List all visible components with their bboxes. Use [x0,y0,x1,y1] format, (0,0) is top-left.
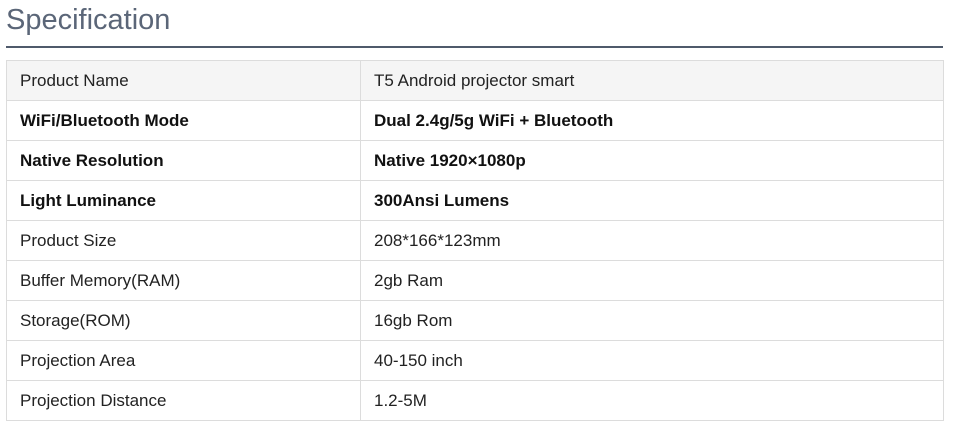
spec-label: Projection Distance [6,380,361,421]
spec-value: 300Ansi Lumens [360,180,944,221]
spec-value: Dual 2.4g/5g WiFi + Bluetooth [360,100,944,141]
spec-label: Buffer Memory(RAM) [6,260,361,301]
table-row: Projection Distance 1.2-5M [6,380,944,421]
table-row: WiFi/Bluetooth Mode Dual 2.4g/5g WiFi + … [6,100,944,141]
spec-value: 40-150 inch [360,340,944,381]
spec-label: Native Resolution [6,140,361,181]
section-heading: Specification [6,2,943,48]
table-row: Buffer Memory(RAM) 2gb Ram [6,260,944,301]
spec-value: 16gb Rom [360,300,944,341]
spec-value: 208*166*123mm [360,220,944,261]
spec-value: 2gb Ram [360,260,944,301]
table-row: Native Resolution Native 1920×1080p [6,140,944,181]
section-title: Specification [6,4,171,36]
spec-value: 1.2-5M [360,380,944,421]
table-row: Product Name T5 Android projector smart [6,60,944,101]
spec-label: Product Size [6,220,361,261]
table-row: Product Size 208*166*123mm [6,220,944,261]
specification-page: Specification Product Name T5 Android pr… [0,0,961,437]
spec-label: Storage(ROM) [6,300,361,341]
spec-label: WiFi/Bluetooth Mode [6,100,361,141]
spec-label: Light Luminance [6,180,361,221]
spec-label: Projection Area [6,340,361,381]
table-row: Projection Area 40-150 inch [6,340,944,381]
spec-value: T5 Android projector smart [360,60,944,101]
table-row: Storage(ROM) 16gb Rom [6,300,944,341]
spec-label: Product Name [6,60,361,101]
specification-table: Product Name T5 Android projector smart … [6,60,944,421]
table-row: Light Luminance 300Ansi Lumens [6,180,944,221]
spec-value: Native 1920×1080p [360,140,944,181]
